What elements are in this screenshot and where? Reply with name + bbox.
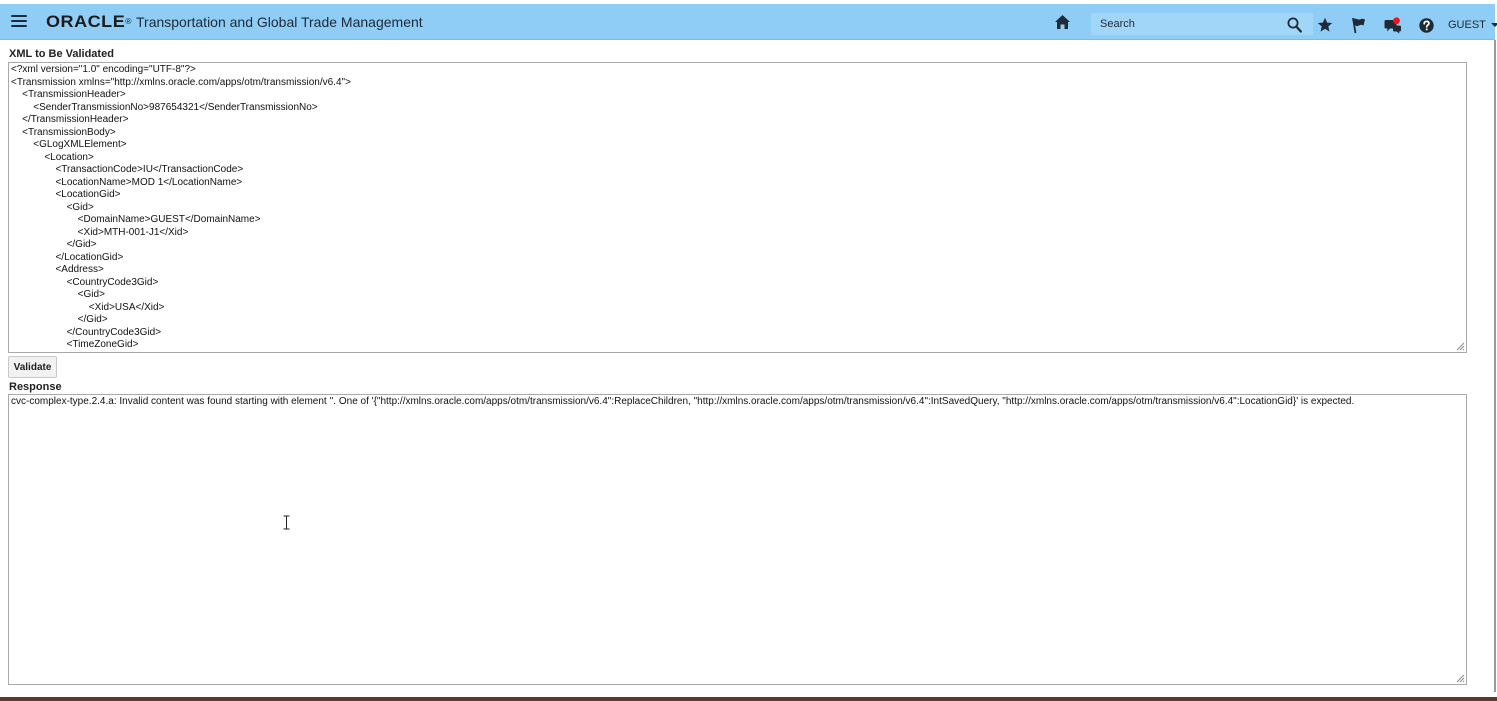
user-name: GUEST [1448, 19, 1486, 31]
chevron-down-icon [1490, 23, 1497, 28]
xml-textarea[interactable]: <?xml version="1.0" encoding="UTF-8"?> <… [8, 62, 1467, 353]
xml-label: XML to Be Validated [9, 48, 114, 60]
app-title: Transportation and Global Trade Manageme… [136, 14, 423, 30]
logo-registered-mark: ® [125, 17, 133, 26]
flag-icon[interactable] [1351, 17, 1366, 34]
validate-button[interactable]: Validate [8, 356, 57, 378]
hamburger-menu-icon[interactable] [11, 15, 27, 28]
search-input[interactable] [1091, 13, 1290, 35]
chat-icon[interactable] [1384, 17, 1402, 34]
response-textarea[interactable]: cvc-complex-type.2.4.a: Invalid content … [8, 394, 1467, 685]
help-icon[interactable] [1419, 18, 1434, 33]
home-icon[interactable] [1054, 14, 1071, 30]
response-label: Response [9, 381, 62, 393]
window-edge [1494, 40, 1496, 692]
resize-grip-icon[interactable] [1455, 673, 1465, 683]
window-bottom-edge [0, 697, 1497, 701]
star-icon[interactable] [1317, 17, 1333, 33]
text-cursor-icon [283, 515, 290, 530]
search-box [1091, 13, 1313, 35]
xml-content[interactable]: <?xml version="1.0" encoding="UTF-8"?> <… [9, 63, 1466, 352]
search-icon[interactable] [1287, 17, 1302, 33]
oracle-logo: ORACLE® [46, 12, 132, 32]
response-content[interactable]: cvc-complex-type.2.4.a: Invalid content … [9, 395, 1466, 410]
resize-grip-icon[interactable] [1455, 341, 1465, 351]
logo-text: ORACLE [46, 12, 126, 31]
top-navigation-bar: ORACLE® Transportation and Global Trade … [0, 4, 1497, 40]
user-menu[interactable]: GUEST [1448, 19, 1497, 32]
page: ORACLE® Transportation and Global Trade … [0, 0, 1497, 701]
